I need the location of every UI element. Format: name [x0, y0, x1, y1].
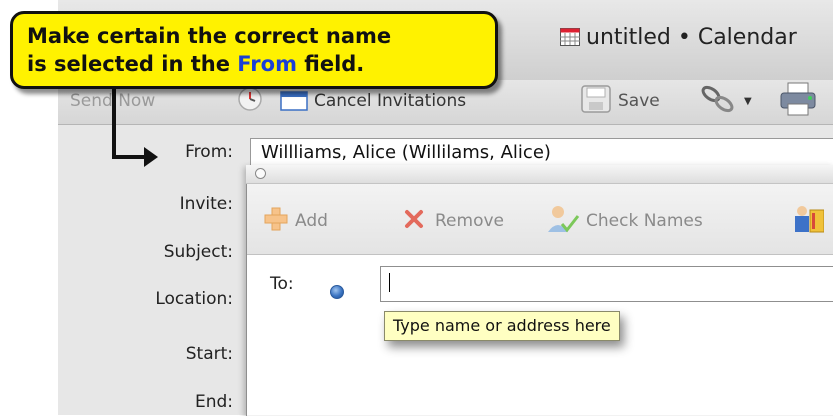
- address-book-button[interactable]: [790, 205, 825, 234]
- callout-arrow-stem: [112, 89, 116, 159]
- window-title: untitled • Calendar: [560, 24, 797, 52]
- callout-highlight: From: [237, 52, 297, 76]
- start-label: Start:: [185, 344, 233, 364]
- remove-x-icon: [403, 208, 425, 235]
- save-icon: [580, 84, 612, 119]
- callout-line-1: Make certain the correct name: [27, 24, 392, 48]
- cancel-invitations-label: Cancel Invitations: [314, 91, 467, 111]
- address-book-icon: [790, 204, 825, 239]
- save-label: Save: [618, 91, 660, 111]
- recipient-status-icon: [330, 285, 344, 299]
- printer-icon: [778, 82, 818, 121]
- panel-resize-circle[interactable]: [255, 168, 266, 179]
- remove-label: Remove: [435, 211, 504, 231]
- to-input[interactable]: [380, 266, 833, 302]
- link-button[interactable]: ▼: [700, 84, 752, 119]
- plus-icon: [263, 206, 289, 237]
- callout-line-2-suffix: field.: [296, 52, 365, 76]
- input-tooltip: Type name or address here: [384, 311, 620, 341]
- reminder-button[interactable]: [236, 86, 266, 116]
- remove-button[interactable]: Remove: [403, 208, 504, 234]
- save-button[interactable]: Save: [580, 84, 660, 119]
- print-button[interactable]: [778, 82, 818, 116]
- to-label: To:: [270, 274, 294, 294]
- callout-line-2-prefix: is selected in the: [27, 52, 238, 76]
- check-names-label: Check Names: [586, 211, 703, 231]
- window-title-text: untitled • Calendar: [586, 25, 797, 50]
- invite-label: Invite:: [179, 194, 233, 214]
- location-label: Location:: [155, 289, 233, 309]
- chain-link-icon: [700, 84, 742, 119]
- calendar-icon: [560, 26, 580, 46]
- callout-arrow-head: [144, 147, 158, 167]
- from-field[interactable]: Willliams, Alice (Willilams, Alice): [250, 138, 833, 166]
- text-caret: [389, 273, 390, 292]
- clock-icon: [236, 85, 266, 118]
- instruction-callout: Make certain the correct name is selecte…: [10, 11, 498, 89]
- add-button[interactable]: Add: [263, 206, 328, 237]
- calendar-cancel-icon: [280, 86, 310, 117]
- picker-toolbar: [247, 184, 833, 255]
- subject-label: Subject:: [163, 242, 233, 262]
- callout-line-2: is selected in the From field.: [27, 50, 495, 78]
- panel-header: [246, 165, 833, 184]
- check-person-icon: [546, 204, 580, 239]
- add-label: Add: [295, 211, 328, 231]
- check-names-button[interactable]: Check Names: [546, 205, 703, 234]
- callout-arrow-shaft: [112, 155, 146, 159]
- end-label: End:: [194, 392, 233, 412]
- cancel-invitations-button[interactable]: Cancel Invitations: [280, 86, 466, 116]
- chevron-down-icon: ▼: [744, 95, 752, 107]
